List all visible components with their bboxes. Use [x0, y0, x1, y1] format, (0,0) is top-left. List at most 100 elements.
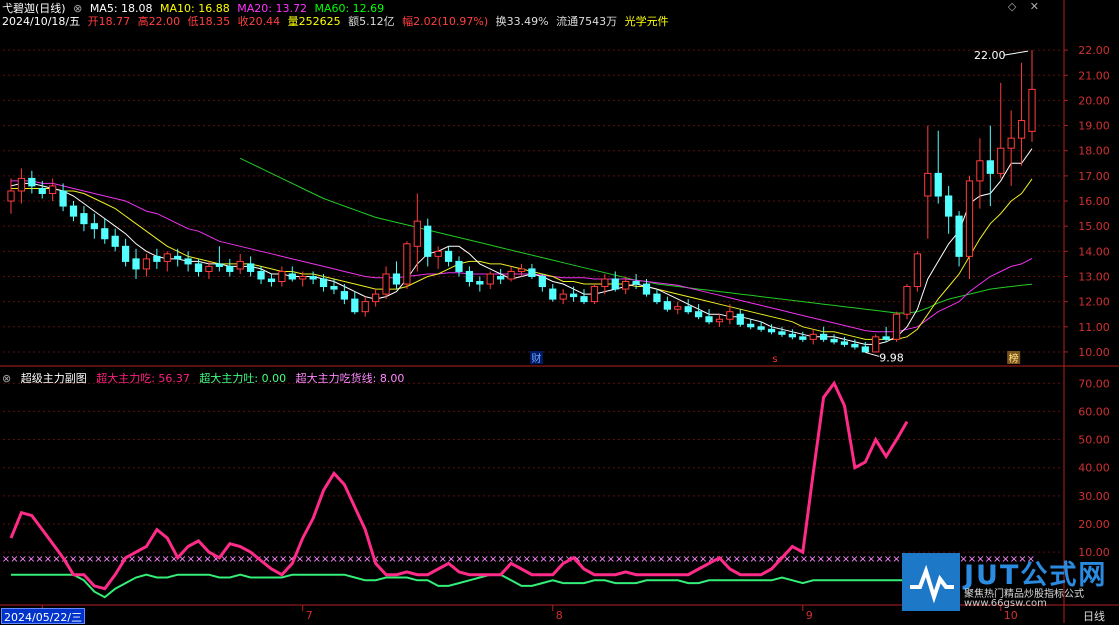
logo-icon — [902, 553, 960, 611]
eat-line-mark: × — [19, 554, 27, 565]
candle-body — [694, 311, 703, 318]
eat-line-mark: × — [422, 554, 430, 565]
eat-line-mark: × — [388, 554, 396, 565]
eat-line-mark: × — [682, 554, 690, 565]
price-tick-label: 14.00 — [1078, 245, 1110, 258]
logo-url: www.66gsw.com — [964, 598, 1047, 609]
eat-line-mark: × — [69, 554, 77, 565]
candle-body — [38, 187, 46, 194]
eat-line-mark: × — [111, 554, 119, 565]
eat-line-mark: × — [229, 554, 237, 565]
candle-body — [486, 273, 494, 285]
kline-chart[interactable]: 22.00 21.00 20.00 19.00 18.00 17.00 16.00 15.00… — [0, 0, 1119, 623]
close-icon[interactable]: ✕ — [1030, 0, 1039, 13]
eat-line-mark: × — [598, 554, 606, 565]
indicator-title[interactable]: 超级主力副图 — [21, 372, 87, 385]
indicator-tick-label: 70.00 — [1078, 377, 1110, 390]
eat-line-mark: × — [455, 554, 463, 565]
candle-body — [986, 160, 994, 174]
eat-line-mark: × — [733, 554, 741, 565]
eat-line-mark: × — [691, 554, 699, 565]
candle-body — [257, 270, 265, 280]
eat-line-mark: × — [153, 554, 161, 565]
eat-line-mark: × — [749, 554, 757, 565]
indicator-eat: 超大主力吃: 56.37 — [96, 372, 190, 385]
indicator-settings-icon[interactable]: ⊗ — [2, 372, 11, 385]
price-tick-label: 19.00 — [1078, 120, 1110, 133]
low-marker-label: 9.98 — [879, 351, 904, 364]
candle-body — [340, 291, 349, 300]
eat-line-mark: × — [489, 554, 497, 565]
candle-body — [747, 323, 755, 328]
candle-body — [455, 260, 463, 272]
candle-body — [246, 263, 255, 272]
eat-line-mark: × — [35, 554, 43, 565]
eat-line-mark: × — [203, 554, 211, 565]
candle-body — [101, 228, 109, 240]
eat-line-mark: × — [304, 554, 312, 565]
price-tick-label: 16.00 — [1078, 195, 1110, 208]
eat-line-mark: × — [581, 554, 589, 565]
candle-body — [226, 265, 234, 272]
eat-line-mark: × — [279, 554, 287, 565]
candle-body — [622, 281, 630, 290]
candle-body — [476, 281, 484, 285]
quote-low: 低18.35 — [187, 15, 231, 28]
eat-line-mark: × — [850, 554, 858, 565]
candle-body — [653, 293, 661, 303]
eat-line-mark: × — [615, 554, 623, 565]
candle-body — [153, 255, 161, 262]
eat-line-mark: × — [623, 554, 631, 565]
candle-body — [549, 288, 557, 300]
eat-line-mark: × — [2, 554, 10, 565]
quote-date: 2024/10/18/五 — [2, 15, 81, 28]
candle-body — [976, 160, 984, 182]
eat-line-mark: × — [44, 554, 52, 565]
price-tick-label: 20.00 — [1078, 94, 1110, 107]
candle-body — [590, 286, 599, 303]
candle-body — [69, 205, 78, 217]
eat-line-mark: × — [313, 554, 321, 565]
indicator-tick-label: 30.00 — [1078, 490, 1110, 503]
candle-body — [121, 245, 130, 262]
candle-body — [674, 306, 682, 310]
candle-body — [7, 190, 15, 202]
crosshair-date: 2024/05/22/三 — [1, 608, 86, 624]
candle-body — [507, 270, 515, 280]
candle-body — [663, 301, 671, 310]
eat-line-mark: × — [439, 554, 447, 565]
eat-line-mark: × — [842, 554, 850, 565]
eat-line-mark: × — [531, 554, 539, 565]
candle-body — [497, 275, 505, 280]
eat-line-mark: × — [523, 554, 531, 565]
restore-icon[interactable]: ◇ — [1008, 0, 1016, 13]
candle-body — [288, 273, 296, 280]
low-marker-arrow — [865, 351, 880, 357]
price-tick-label: 10.00 — [1078, 346, 1110, 359]
candle-body — [517, 268, 526, 272]
candle-body — [403, 243, 411, 285]
eat-line-mark: × — [145, 554, 153, 565]
eat-line-mark: × — [867, 554, 875, 565]
candle-body — [28, 177, 36, 187]
eat-line-mark: × — [539, 554, 547, 565]
eat-line-mark: × — [195, 554, 203, 565]
quote-turnover: 换33.49% — [495, 15, 549, 28]
eat-line-mark: × — [405, 554, 413, 565]
candle-body — [132, 258, 140, 270]
eat-line-mark: × — [472, 554, 480, 565]
eat-line-mark: × — [380, 554, 388, 565]
candle-body — [611, 278, 619, 290]
eat-line-mark: × — [632, 554, 640, 565]
indicator-tick-label: 20.00 — [1078, 518, 1110, 531]
candle-body — [809, 333, 817, 340]
quote-float: 流通7543万 — [556, 15, 618, 28]
candle-body — [830, 338, 838, 343]
candle-body — [851, 343, 859, 348]
candle-body — [945, 195, 953, 217]
quote-concept[interactable]: 光学元件 — [625, 15, 669, 28]
candle-body — [90, 223, 98, 230]
indicator-legend: ⊗ 超级主力副图 超大主力吃: 56.37 超大主力吐: 0.00 超大主力吃货… — [2, 370, 410, 386]
eat-line-mark: × — [766, 554, 774, 565]
indicator-tick-label: 50.00 — [1078, 434, 1110, 447]
